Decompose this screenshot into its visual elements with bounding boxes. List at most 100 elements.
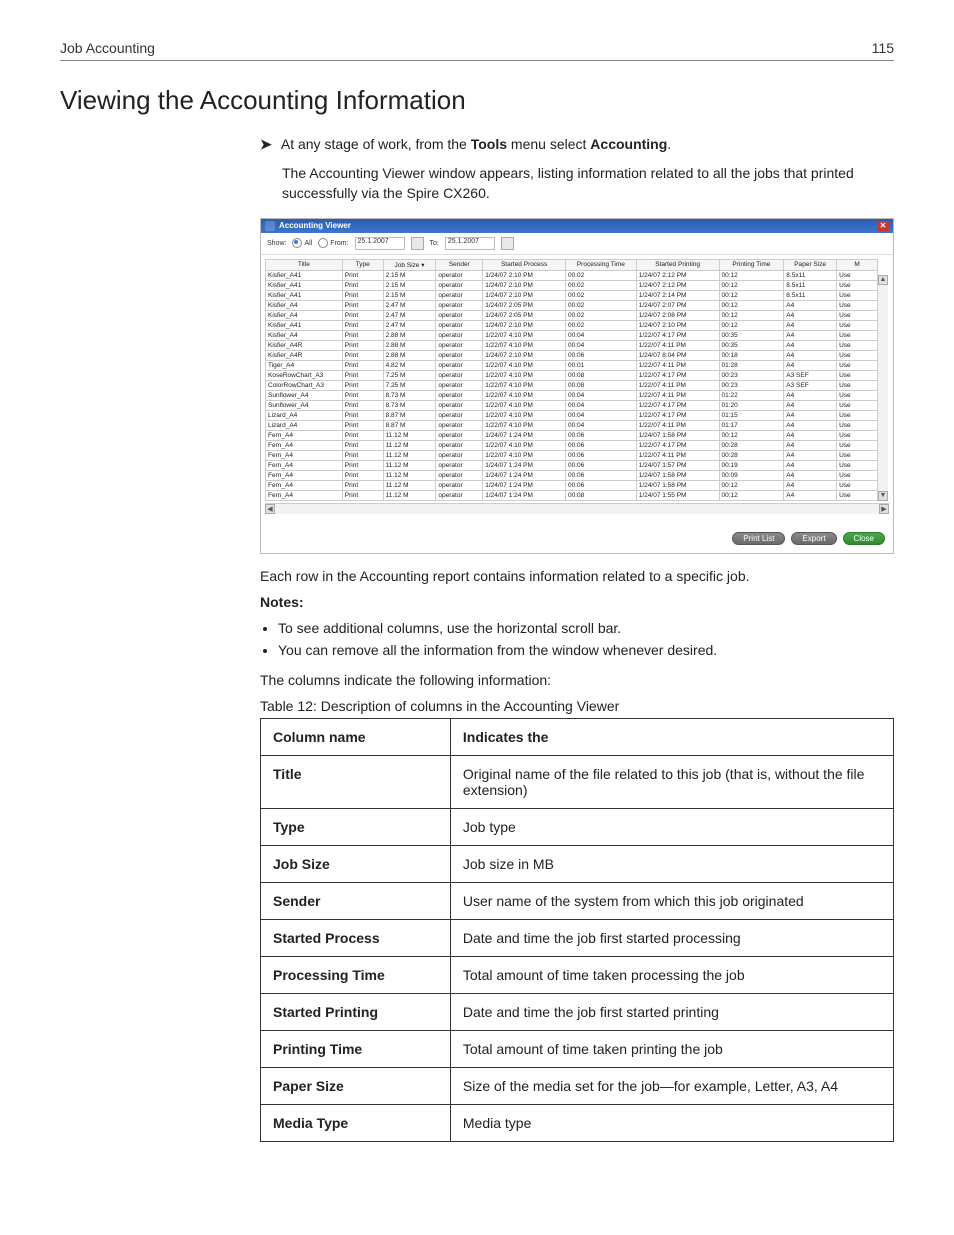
cell: KoseRowChart_A3 [266, 370, 343, 380]
calendar-icon[interactable] [501, 237, 514, 250]
cell: 1/24/07 1:24 PM [483, 480, 566, 490]
radio-all[interactable]: All [292, 238, 312, 248]
scroll-left-icon[interactable]: ◀ [265, 504, 275, 514]
table-row[interactable]: Kisfier_A41Print2.47 Moperator1/24/07 2:… [266, 320, 878, 330]
cell: 00:23 [719, 370, 784, 380]
table-row[interactable]: Fern_A4Print11.12 Moperator1/24/07 1:24 … [266, 480, 878, 490]
step-text-a: At any stage of work, from the [281, 136, 471, 152]
table-row[interactable]: Fern_A4Print11.12 Moperator1/24/07 1:24 … [266, 430, 878, 440]
table-row[interactable]: Kisfier_A4Print2.88 Moperator1/22/07 4:1… [266, 330, 878, 340]
cell: 1/24/07 2:10 PM [483, 280, 566, 290]
cell: 1/22/07 4:17 PM [636, 330, 719, 340]
cell: 1/22/07 4:10 PM [483, 410, 566, 420]
table-row[interactable]: Lizard_A4Print8.87 Moperator1/22/07 4:10… [266, 410, 878, 420]
cell: operator [436, 440, 483, 450]
col-started-printing[interactable]: Started Printing [636, 259, 719, 270]
vertical-scrollbar[interactable]: ▲ ▼ [877, 275, 888, 501]
cell: Print [342, 390, 383, 400]
table-row[interactable]: Fern_A4Print11.12 Moperator1/24/07 1:24 … [266, 460, 878, 470]
table-row[interactable]: Sunflower_A4Print8.73 Moperator1/22/07 4… [266, 390, 878, 400]
scroll-right-icon[interactable]: ▶ [879, 504, 889, 514]
col-printing-time[interactable]: Printing Time [719, 259, 784, 270]
radio-from[interactable]: From: [318, 238, 348, 248]
table-row[interactable]: Fern_A4Print11.12 Moperator1/24/07 1:24 … [266, 470, 878, 480]
cell: Kisfier_A41 [266, 290, 343, 300]
cell: 00:06 [565, 460, 636, 470]
cell: Fern_A4 [266, 430, 343, 440]
cell: Use [837, 450, 878, 460]
col-jobsize[interactable]: Job Size ▾ [383, 259, 436, 270]
cell: 00:35 [719, 340, 784, 350]
cell: Print [342, 320, 383, 330]
calendar-icon[interactable] [411, 237, 424, 250]
cell: Use [837, 380, 878, 390]
table-row[interactable]: Lizard_A4Print8.87 Moperator1/22/07 4:10… [266, 420, 878, 430]
col-title[interactable]: Title [266, 259, 343, 270]
col-started-process[interactable]: Started Process [483, 259, 566, 270]
cell: 00:08 [565, 490, 636, 500]
horizontal-scrollbar[interactable]: ◀ ▶ [265, 503, 889, 514]
cell: A4 [784, 490, 837, 500]
table-row[interactable]: Kisfier_A4RPrint2.88 Moperator1/22/07 4:… [266, 340, 878, 350]
table-row[interactable]: Kisfier_A41Print2.15 Moperator1/24/07 2:… [266, 290, 878, 300]
table-row[interactable]: Kisfier_A41Print2.15 Moperator1/24/07 2:… [266, 280, 878, 290]
cell: 1/24/07 1:24 PM [483, 430, 566, 440]
cell: Print [342, 300, 383, 310]
export-button[interactable]: Export [791, 532, 836, 545]
scroll-up-icon[interactable]: ▲ [878, 275, 888, 285]
cell: Use [837, 410, 878, 420]
close-button[interactable]: ✕ [877, 221, 889, 231]
cell: Use [837, 420, 878, 430]
col-paper-size[interactable]: Paper Size [784, 259, 837, 270]
cell: 00:12 [719, 480, 784, 490]
table-row[interactable]: Kisfier_A4RPrint2.88 Moperator1/24/07 2:… [266, 350, 878, 360]
table-row[interactable]: Sunflower_A4Print8.73 Moperator1/22/07 4… [266, 400, 878, 410]
cell: operator [436, 300, 483, 310]
cell: 1/22/07 4:17 PM [636, 410, 719, 420]
col-processing-time[interactable]: Processing Time [565, 259, 636, 270]
cell: 00:04 [565, 390, 636, 400]
dialog-footer: Print List Export Close [261, 518, 893, 553]
description-cell: Job type [450, 808, 893, 845]
column-name-cell: Printing Time [261, 1030, 451, 1067]
cell: 1/24/07 2:14 PM [636, 290, 719, 300]
page-number: 115 [872, 40, 894, 56]
notes-label: Notes: [260, 594, 894, 610]
cell: operator [436, 490, 483, 500]
grid-header: Title Type Job Size ▾ Sender Started Pro… [266, 259, 878, 270]
cell: Sunflower_A4 [266, 390, 343, 400]
table-row[interactable]: ColorRowChart_A3Print7.25 Moperator1/22/… [266, 380, 878, 390]
column-name-cell: Processing Time [261, 956, 451, 993]
table-row[interactable]: Fern_A4Print11.12 Moperator1/22/07 4:10 … [266, 450, 878, 460]
table-row[interactable]: KoseRowChart_A3Print7.25 Moperator1/22/0… [266, 370, 878, 380]
cell: Use [837, 340, 878, 350]
cell: 00:12 [719, 300, 784, 310]
from-date-input[interactable]: 25.1.2007 [355, 237, 405, 250]
table-row: TitleOriginal name of the file related t… [261, 755, 894, 808]
table-row[interactable]: Tiger_A4Print4.82 Moperator1/22/07 4:10 … [266, 360, 878, 370]
scroll-down-icon[interactable]: ▼ [878, 491, 888, 501]
close-button-footer[interactable]: Close [843, 532, 885, 545]
cell: 1/24/07 2:08 PM [636, 310, 719, 320]
cell: A4 [784, 300, 837, 310]
table-row: Processing TimeTotal amount of time take… [261, 956, 894, 993]
table-row[interactable]: Kisfier_A4Print2.47 Moperator1/24/07 2:0… [266, 310, 878, 320]
cell: 1/22/07 4:17 PM [636, 400, 719, 410]
col-m[interactable]: M [837, 259, 878, 270]
table-row[interactable]: Kisfier_A4Print2.47 Moperator1/24/07 2:0… [266, 300, 878, 310]
table-row[interactable]: Fern_A4Print11.12 Moperator1/22/07 4:10 … [266, 440, 878, 450]
col-sender[interactable]: Sender [436, 259, 483, 270]
cell: Print [342, 450, 383, 460]
table-row[interactable]: Kisfier_A41Print2.15 Moperator1/24/07 2:… [266, 270, 878, 280]
table-row[interactable]: Fern_A4Print11.12 Moperator1/24/07 1:24 … [266, 490, 878, 500]
table-row: Started ProcessDate and time the job fir… [261, 919, 894, 956]
cell: 2.47 M [383, 320, 436, 330]
print-list-button[interactable]: Print List [732, 532, 785, 545]
col-type[interactable]: Type [342, 259, 383, 270]
table-row: Paper SizeSize of the media set for the … [261, 1067, 894, 1104]
cell: 1/22/07 4:11 PM [636, 420, 719, 430]
to-date-input[interactable]: 25.1.2007 [445, 237, 495, 250]
cell: Use [837, 280, 878, 290]
cell: operator [436, 360, 483, 370]
notes-list: To see additional columns, use the horiz… [278, 620, 894, 658]
